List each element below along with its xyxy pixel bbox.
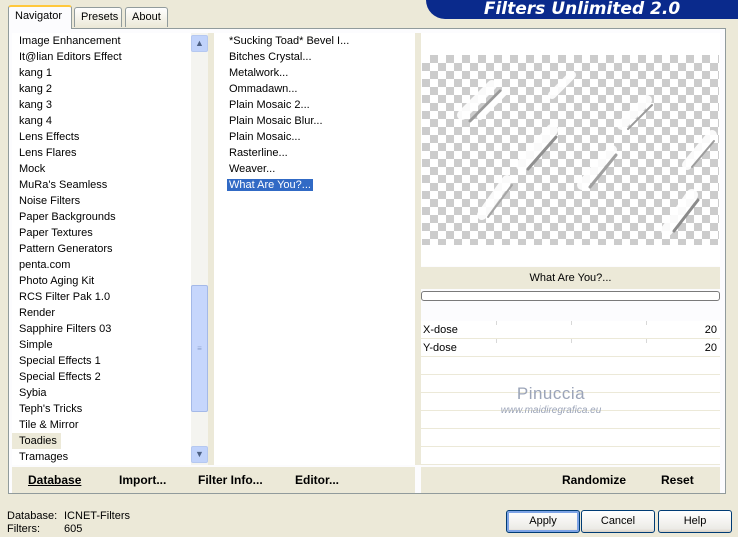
watermark-name: Pinuccia: [516, 384, 586, 403]
status-filters: Filters: 605: [7, 523, 82, 535]
category-item[interactable]: Paper Textures: [12, 225, 192, 241]
category-item[interactable]: Noise Filters: [12, 193, 192, 209]
category-item[interactable]: Image Enhancement: [12, 33, 192, 49]
filter-item[interactable]: Plain Mosaic 2...: [214, 97, 415, 113]
filter-item-label: *Sucking Toad* Bevel I...: [229, 35, 350, 47]
import-button[interactable]: Import...: [119, 467, 166, 493]
filter-item[interactable]: *Sucking Toad* Bevel I...: [214, 33, 415, 49]
category-list[interactable]: Image Enhancement It@lian Editors Effect…: [12, 33, 192, 465]
randomize-button[interactable]: Randomize: [562, 467, 626, 493]
filter-item-label: Plain Mosaic Blur...: [229, 115, 323, 127]
category-item[interactable]: Tile & Mirror: [12, 417, 192, 433]
category-item-selected[interactable]: Toadies: [12, 433, 61, 449]
filter-item[interactable]: Rasterline...: [214, 145, 415, 161]
category-item[interactable]: Tramages: [12, 449, 192, 465]
category-item[interactable]: kang 4: [12, 113, 192, 129]
filter-item[interactable]: Plain Mosaic Blur...: [214, 113, 415, 129]
filter-item[interactable]: Weaver...: [214, 161, 415, 177]
tab-about[interactable]: About: [125, 7, 168, 27]
watermark-url: www.maidiregrafica.eu: [500, 405, 602, 416]
filter-list[interactable]: *Sucking Toad* Bevel I... Bitches Crysta…: [214, 33, 415, 465]
slider-tick: [646, 321, 647, 325]
status-label: Database:: [7, 510, 58, 522]
current-filter-name: What Are You?...: [421, 267, 720, 289]
slider-tick: [571, 321, 572, 325]
editor-button[interactable]: Editor...: [295, 467, 339, 493]
slider-tick: [496, 321, 497, 325]
filter-item-label: Bitches Crystal...: [229, 51, 312, 63]
filter-item[interactable]: Ommadawn...: [214, 81, 415, 97]
progress-bar: [421, 291, 720, 301]
param-row-y-dose[interactable]: Y-dose 20: [421, 339, 720, 357]
preview-panel: [421, 33, 720, 266]
category-item[interactable]: Sapphire Filters 03: [12, 321, 192, 337]
category-item[interactable]: Sybia: [12, 385, 192, 401]
scroll-up-icon[interactable]: ▲: [191, 35, 208, 52]
category-item[interactable]: Teph's Tricks: [12, 401, 192, 417]
param-value: 20: [704, 324, 717, 336]
param-value: 20: [704, 342, 717, 354]
category-item[interactable]: penta.com: [12, 257, 192, 273]
database-button[interactable]: Database: [28, 467, 81, 493]
scroll-thumb[interactable]: ≡: [191, 285, 208, 412]
filter-item-label: What Are You?...: [227, 179, 313, 191]
category-item[interactable]: It@lian Editors Effect: [12, 49, 192, 65]
category-item[interactable]: kang 2: [12, 81, 192, 97]
param-row-empty: [421, 357, 720, 375]
help-button[interactable]: Help: [658, 510, 732, 533]
category-item[interactable]: Special Effects 1: [12, 353, 192, 369]
status-database: Database: ICNET-Filters: [7, 510, 130, 522]
apply-button[interactable]: Apply: [506, 510, 580, 533]
filter-item[interactable]: Metalwork...: [214, 65, 415, 81]
preview-image: [422, 55, 719, 245]
slider-tick: [646, 339, 647, 343]
filter-item-label: Metalwork...: [229, 67, 289, 79]
right-toolbar: Randomize Reset: [421, 467, 720, 493]
scroll-down-icon[interactable]: ▼: [191, 446, 208, 463]
category-item[interactable]: Lens Flares: [12, 145, 192, 161]
category-item[interactable]: Lens Effects: [12, 129, 192, 145]
left-toolbar: Database Import... Filter Info... Editor…: [12, 467, 415, 493]
param-label: X-dose: [423, 324, 458, 336]
filter-item-label: Ommadawn...: [229, 83, 298, 95]
param-row-x-dose[interactable]: X-dose 20: [421, 321, 720, 339]
category-item[interactable]: Mock: [12, 161, 192, 177]
cancel-button[interactable]: Cancel: [581, 510, 655, 533]
status-label: Filters:: [7, 523, 40, 535]
filter-item[interactable]: Plain Mosaic...: [214, 129, 415, 145]
status-value: 605: [64, 523, 83, 535]
filter-item-label: Weaver...: [229, 163, 276, 175]
filter-item-label: Plain Mosaic 2...: [229, 99, 310, 111]
category-item[interactable]: Pattern Generators: [12, 241, 192, 257]
param-row-empty: [421, 429, 720, 447]
category-item[interactable]: kang 3: [12, 97, 192, 113]
app-banner: Filters Unlimited 2.0: [426, 0, 738, 19]
param-row-empty: [421, 447, 720, 465]
category-item[interactable]: MuRa's Seamless: [12, 177, 192, 193]
category-item[interactable]: kang 1: [12, 65, 192, 81]
slider-tick: [571, 339, 572, 343]
category-item[interactable]: Special Effects 2: [12, 369, 192, 385]
reset-button[interactable]: Reset: [661, 467, 694, 493]
category-item[interactable]: Paper Backgrounds: [12, 209, 192, 225]
tab-presets[interactable]: Presets: [74, 7, 122, 27]
category-item[interactable]: Render: [12, 305, 192, 321]
filter-item-label: Rasterline...: [229, 147, 288, 159]
status-value: ICNET-Filters: [64, 510, 130, 522]
param-label: Y-dose: [423, 342, 457, 354]
filter-item-label: Plain Mosaic...: [229, 131, 301, 143]
slider-tick: [496, 339, 497, 343]
filter-info-button[interactable]: Filter Info...: [198, 467, 263, 493]
category-item[interactable]: Photo Aging Kit: [12, 273, 192, 289]
category-item[interactable]: Simple: [12, 337, 192, 353]
tab-navigator[interactable]: Navigator: [8, 5, 72, 29]
preview-effect-graphic: [457, 71, 717, 236]
filter-item-selected[interactable]: What Are You?...: [214, 177, 415, 193]
category-item[interactable]: RCS Filter Pak 1.0: [12, 289, 192, 305]
category-scrollbar[interactable]: ▲ ≡ ▼: [191, 33, 208, 465]
filter-item[interactable]: Bitches Crystal...: [214, 49, 415, 65]
